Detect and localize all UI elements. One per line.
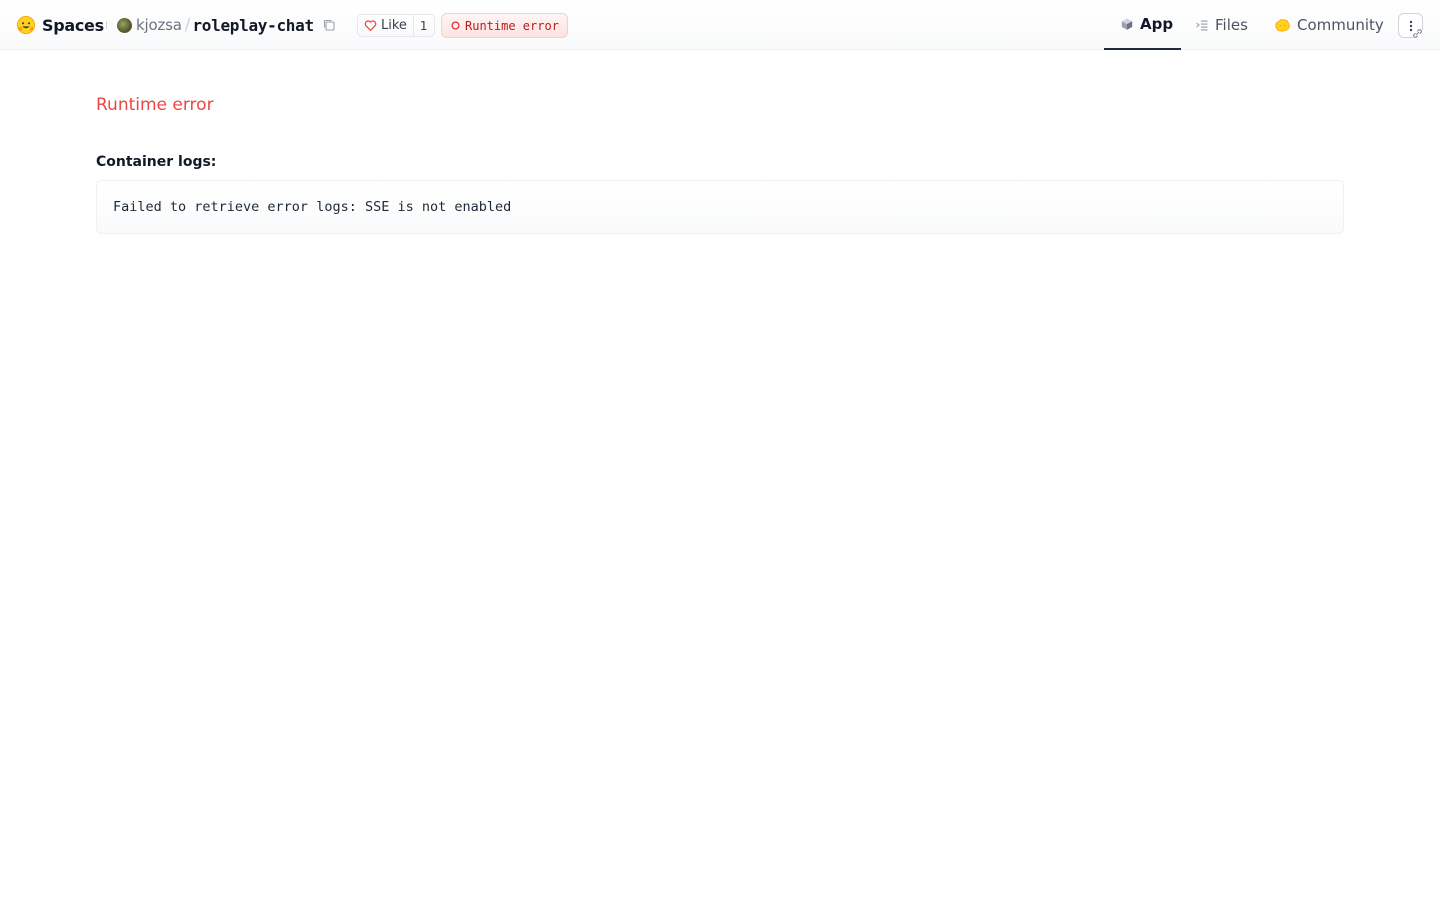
like-button-group: Like 1 [357, 14, 435, 37]
tab-community[interactable]: Community [1274, 0, 1384, 50]
repo-name-link[interactable]: roleplay-chat [192, 16, 314, 35]
header-divider [106, 21, 107, 29]
hugging-face-logo-icon [16, 15, 36, 35]
main-content: Runtime error Container logs: Failed to … [96, 92, 1344, 234]
tab-app-label: App [1140, 15, 1174, 33]
copy-icon[interactable] [322, 18, 336, 32]
tab-app[interactable]: App [1104, 0, 1181, 50]
tab-files[interactable]: Files [1195, 0, 1248, 50]
status-badge[interactable]: Runtime error [441, 13, 568, 38]
tab-files-label: Files [1215, 16, 1248, 34]
runtime-error-title: Runtime error [96, 95, 214, 115]
spaces-brand-link[interactable]: Spaces [16, 14, 104, 36]
owner-avatar[interactable] [117, 17, 132, 33]
error-circle-icon [451, 21, 460, 30]
tab-community-label: Community [1297, 16, 1384, 34]
files-icon [1196, 20, 1208, 31]
link-icon [1411, 27, 1424, 40]
heart-icon [364, 20, 377, 31]
top-navigation-bar: Spaces kjozsa / roleplay-chat Like 1 Run… [0, 0, 1440, 50]
like-label: Like [381, 18, 407, 33]
community-icon [1275, 18, 1290, 31]
repo-breadcrumb: kjozsa / roleplay-chat [117, 13, 336, 37]
container-logs-box: Failed to retrieve error logs: SSE is no… [96, 180, 1344, 234]
like-button[interactable]: Like [358, 15, 414, 36]
container-logs-label: Container logs: [96, 154, 217, 170]
owner-link[interactable]: kjozsa [136, 16, 182, 34]
spaces-label: Spaces [42, 15, 104, 35]
app-cube-icon [1121, 18, 1133, 30]
container-logs-text: Failed to retrieve error logs: SSE is no… [113, 199, 512, 215]
breadcrumb-separator: / [184, 15, 191, 35]
status-text: Runtime error [465, 18, 559, 33]
like-count[interactable]: 1 [414, 15, 434, 36]
